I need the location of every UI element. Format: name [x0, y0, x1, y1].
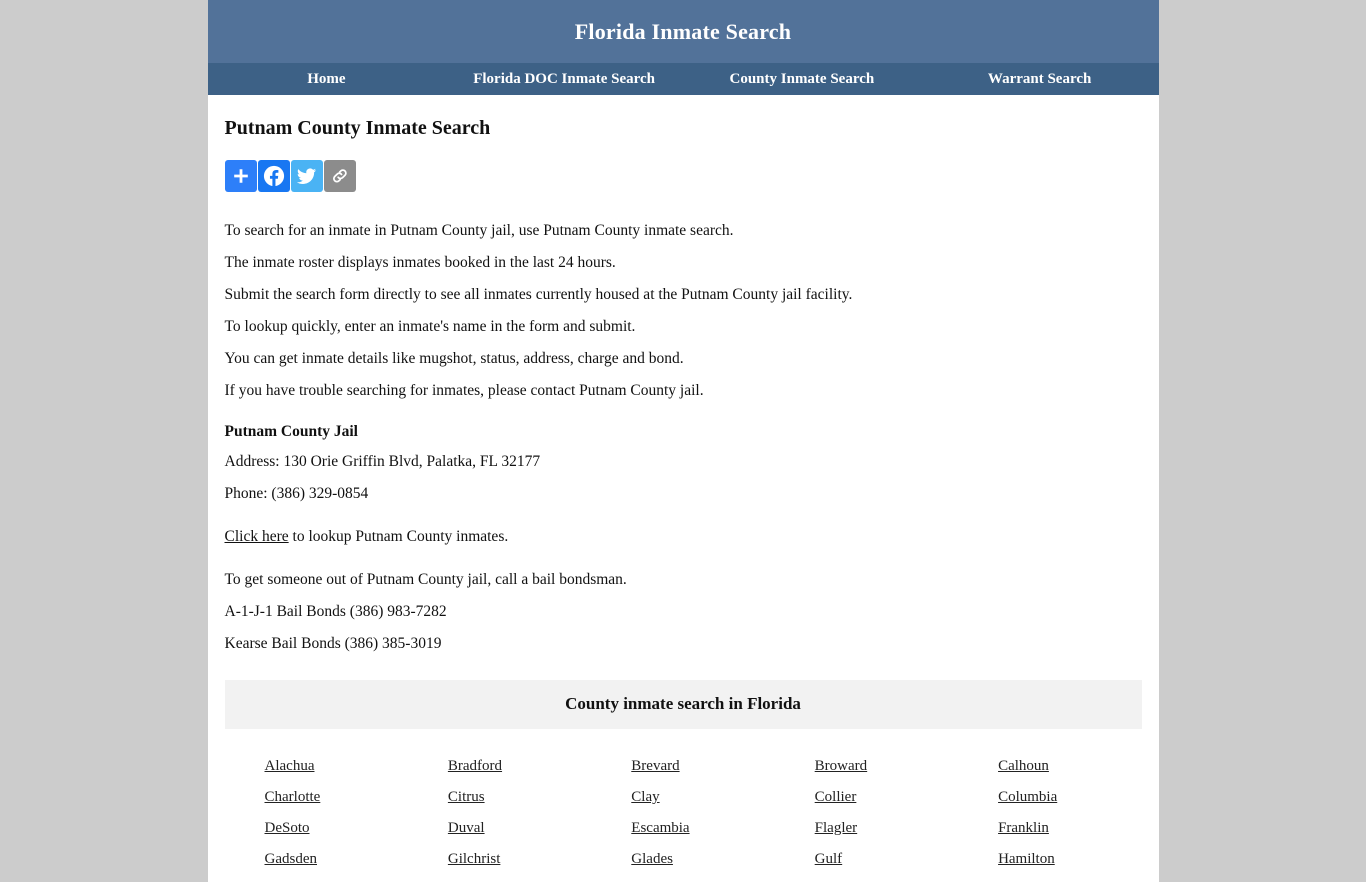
county-cell: Calhoun — [958, 758, 1141, 789]
table-row: Charlotte Citrus Clay Collier Columbia — [225, 789, 1142, 820]
county-cell: Gadsden — [225, 851, 408, 882]
county-table-spacer — [225, 729, 1142, 758]
county-link[interactable]: Brevard — [631, 758, 679, 775]
county-cell: DeSoto — [225, 820, 408, 851]
county-link[interactable]: Glades — [631, 851, 673, 868]
county-cell: Brevard — [591, 758, 774, 789]
county-link[interactable]: Calhoun — [998, 758, 1049, 775]
county-cell: Franklin — [958, 820, 1141, 851]
bail-bondsman: A-1-J-1 Bail Bonds (386) 983-7282 — [224, 603, 447, 620]
nav-county-inmate-search-slot: County Inmate Search — [683, 71, 921, 88]
county-link[interactable]: Flagler — [815, 820, 858, 837]
intro-line: Submit the search form directly to see a… — [224, 286, 853, 303]
share-buttons-row — [224, 160, 1142, 192]
county-cell: Alachua — [225, 758, 408, 789]
county-link[interactable]: Clay — [631, 789, 659, 806]
county-cell: Bradford — [408, 758, 591, 789]
site-title: Florida Inmate Search — [574, 18, 792, 44]
county-link[interactable]: Alachua — [265, 758, 315, 775]
share-twitter-button[interactable] — [290, 160, 323, 192]
nav-county-inmate-search[interactable]: County Inmate Search — [724, 71, 881, 88]
bail-bondsman: Kearse Bail Bonds (386) 385-3019 — [224, 635, 442, 652]
facebook-icon — [263, 165, 285, 187]
county-cell: Gulf — [775, 851, 958, 882]
county-link[interactable]: Bradford — [448, 758, 502, 775]
nav-home[interactable]: Home — [301, 71, 351, 88]
county-cell: Duval — [408, 820, 591, 851]
intro-line: To lookup quickly, enter an inmate's nam… — [224, 318, 636, 335]
jail-name: Putnam County Jail — [224, 423, 359, 440]
county-link[interactable]: Duval — [448, 820, 485, 837]
site-header: Florida Inmate Search — [207, 0, 1159, 63]
county-cell: Charlotte — [225, 789, 408, 820]
county-cell: Glades — [591, 851, 774, 882]
share-facebook-button[interactable] — [257, 160, 290, 192]
main-navigation: Home Florida DOC Inmate Search County Inma… — [207, 63, 1159, 95]
page-title: Putnam County Inmate Search — [224, 117, 491, 139]
county-link[interactable]: Columbia — [998, 789, 1057, 806]
county-link[interactable]: Escambia — [631, 820, 689, 837]
county-cell: Gilchrist — [408, 851, 591, 882]
jail-address: Address: 130 Orie Griffin Blvd, Palatka,… — [224, 453, 541, 470]
county-cell: Citrus — [408, 789, 591, 820]
county-cell: Broward — [775, 758, 958, 789]
nav-florida-doc-inmate-search[interactable]: Florida DOC Inmate Search — [467, 71, 661, 88]
share-addthis-button[interactable] — [224, 160, 257, 192]
county-link[interactable]: Gadsden — [265, 851, 318, 868]
spacer-cell — [225, 729, 1142, 758]
page-container: Florida Inmate Search Home Florida DOC In… — [207, 0, 1159, 882]
intro-line: You can get inmate details like mugshot,… — [224, 350, 684, 367]
county-table-header-row: County inmate search in Florida — [224, 680, 1142, 729]
table-row: DeSoto Duval Escambia Flagler Franklin — [225, 820, 1142, 851]
intro-line: To search for an inmate in Putnam County… — [224, 222, 734, 239]
county-cell: Columbia — [958, 789, 1141, 820]
table-row: Alachua Bradford Brevard Broward Calhoun — [225, 758, 1142, 789]
jail-phone: Phone: (386) 329-0854 — [224, 485, 369, 502]
intro-line: The inmate roster displays inmates booke… — [224, 254, 616, 271]
nav-warrant-search-slot: Warrant Search — [921, 71, 1159, 88]
county-link[interactable]: Charlotte — [265, 789, 321, 806]
county-link[interactable]: Gulf — [815, 851, 843, 868]
county-cell: Clay — [591, 789, 774, 820]
county-cell: Escambia — [591, 820, 774, 851]
county-link[interactable]: Broward — [815, 758, 868, 775]
county-link[interactable]: Gilchrist — [448, 851, 501, 868]
lookup-rest-text: to lookup Putnam County inmates. — [288, 528, 509, 545]
county-cell: Collier — [775, 789, 958, 820]
bail-intro: To get someone out of Putnam County jail… — [224, 571, 627, 588]
click-here-link[interactable]: Click here — [225, 528, 289, 545]
nav-florida-doc-inmate-search-slot: Florida DOC Inmate Search — [445, 71, 683, 88]
county-link[interactable]: DeSoto — [265, 820, 310, 837]
nav-warrant-search[interactable]: Warrant Search — [982, 71, 1097, 88]
county-search-table: County inmate search in Florida Alachua Br… — [224, 680, 1142, 882]
twitter-icon — [296, 166, 317, 187]
county-cell: Flagler — [775, 820, 958, 851]
main-content: Putnam County Inmate Search To search fo… — [208, 117, 1159, 882]
county-link[interactable]: Collier — [815, 789, 857, 806]
county-link[interactable]: Franklin — [998, 820, 1049, 837]
nav-home-slot: Home — [208, 71, 446, 88]
bail-bondsmen-list: A-1-J-1 Bail Bonds (386) 983-7282 Kearse … — [225, 601, 1142, 655]
table-row: Gadsden Gilchrist Glades Gulf Hamilton — [225, 851, 1142, 882]
county-table-header: County inmate search in Florida — [224, 680, 1142, 729]
plus-icon — [231, 166, 251, 186]
county-cell: Hamilton — [958, 851, 1141, 882]
share-copy-link-button[interactable] — [323, 160, 356, 192]
intro-line: If you have trouble searching for inmate… — [224, 382, 704, 399]
lookup-line: Click here to lookup Putnam County inmat… — [225, 526, 1142, 548]
county-link[interactable]: Hamilton — [998, 851, 1055, 868]
link-icon — [330, 166, 350, 186]
county-link[interactable]: Citrus — [448, 789, 485, 806]
intro-paragraphs: To search for an inmate in Putnam County… — [225, 220, 1142, 402]
